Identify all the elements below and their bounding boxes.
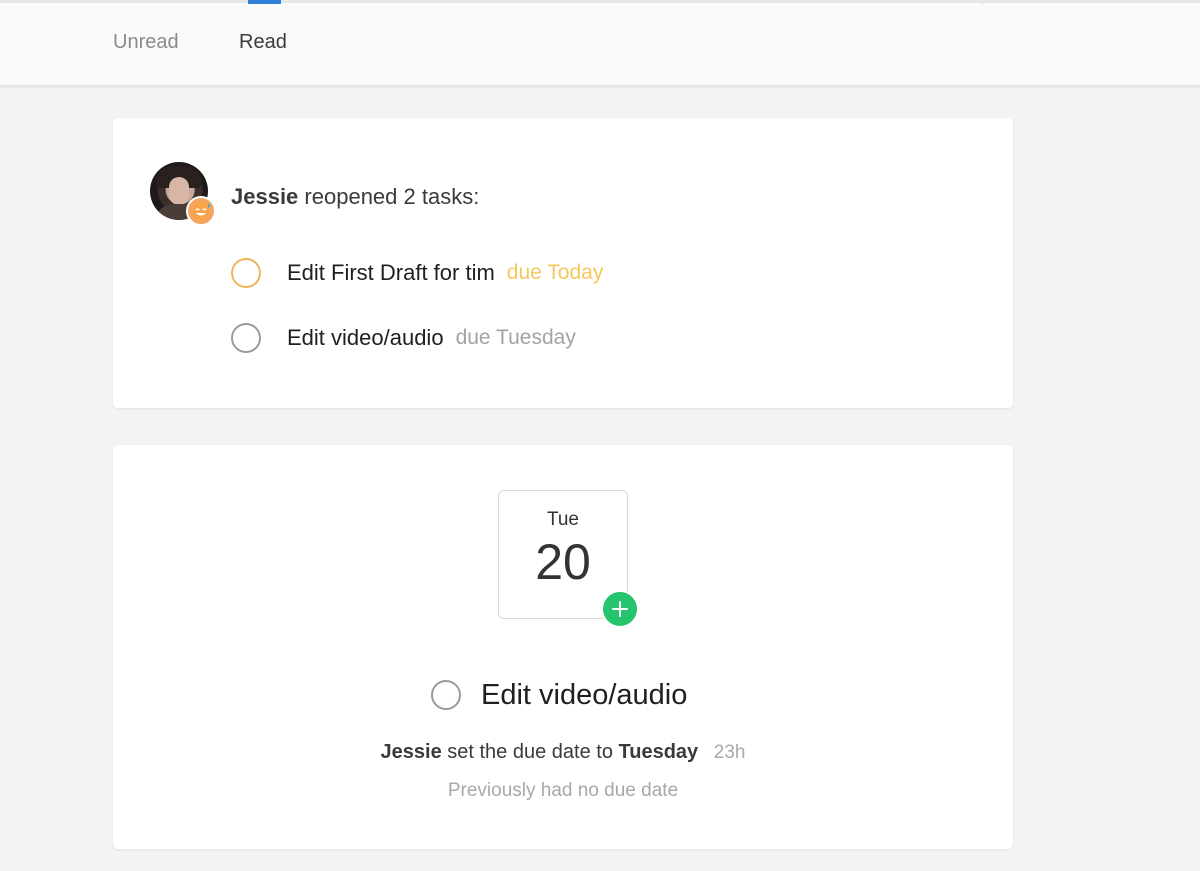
activity-card-reopened: Jessie reopened 2 tasks: Edit First Draf… xyxy=(113,118,1013,408)
story-timestamp: 23h xyxy=(713,742,746,763)
active-tab-indicator xyxy=(248,0,281,4)
activity-card-due-date: Tue 20 Edit video/audio Jessie set the d… xyxy=(113,445,1013,849)
task-due-label: due Today xyxy=(506,261,604,284)
actor-name[interactable]: Jessie xyxy=(381,741,442,763)
task-row[interactable]: Edit video/audio due Tuesday xyxy=(231,323,576,353)
date-day: 20 xyxy=(535,534,591,590)
due-date-change-story: Jessie set the due date to Tuesday 23h xyxy=(113,741,1013,764)
task-row[interactable]: Edit First Draft for tim due Today xyxy=(231,258,603,288)
new-due-date: Tuesday xyxy=(618,741,699,763)
task-name[interactable]: Edit video/audio xyxy=(481,679,687,712)
activity-headline: Jessie reopened 2 tasks: xyxy=(231,184,479,210)
plus-icon xyxy=(601,590,639,628)
header-divider xyxy=(982,3,983,5)
task-complete-checkbox[interactable] xyxy=(231,258,261,288)
previous-due-note: Previously had no due date xyxy=(447,780,679,801)
avatar[interactable] xyxy=(150,162,216,226)
inbox-header: Unread Read xyxy=(0,0,1200,86)
task-complete-checkbox[interactable] xyxy=(431,680,461,710)
task-due-label: due Tuesday xyxy=(455,326,576,349)
date-weekday: Tue xyxy=(546,509,580,530)
task-name[interactable]: Edit First Draft for tim xyxy=(287,260,495,286)
task-complete-checkbox[interactable] xyxy=(231,323,261,353)
story-action: set the due date to xyxy=(447,741,613,763)
tab-read[interactable]: Read xyxy=(239,31,287,54)
tab-unread[interactable]: Unread xyxy=(113,31,179,54)
sweat-smile-emoji-icon xyxy=(186,196,216,226)
task-row[interactable]: Edit video/audio xyxy=(431,677,687,713)
task-name[interactable]: Edit video/audio xyxy=(287,325,444,351)
actor-name[interactable]: Jessie xyxy=(231,184,298,209)
activity-action: reopened 2 tasks: xyxy=(304,184,480,209)
